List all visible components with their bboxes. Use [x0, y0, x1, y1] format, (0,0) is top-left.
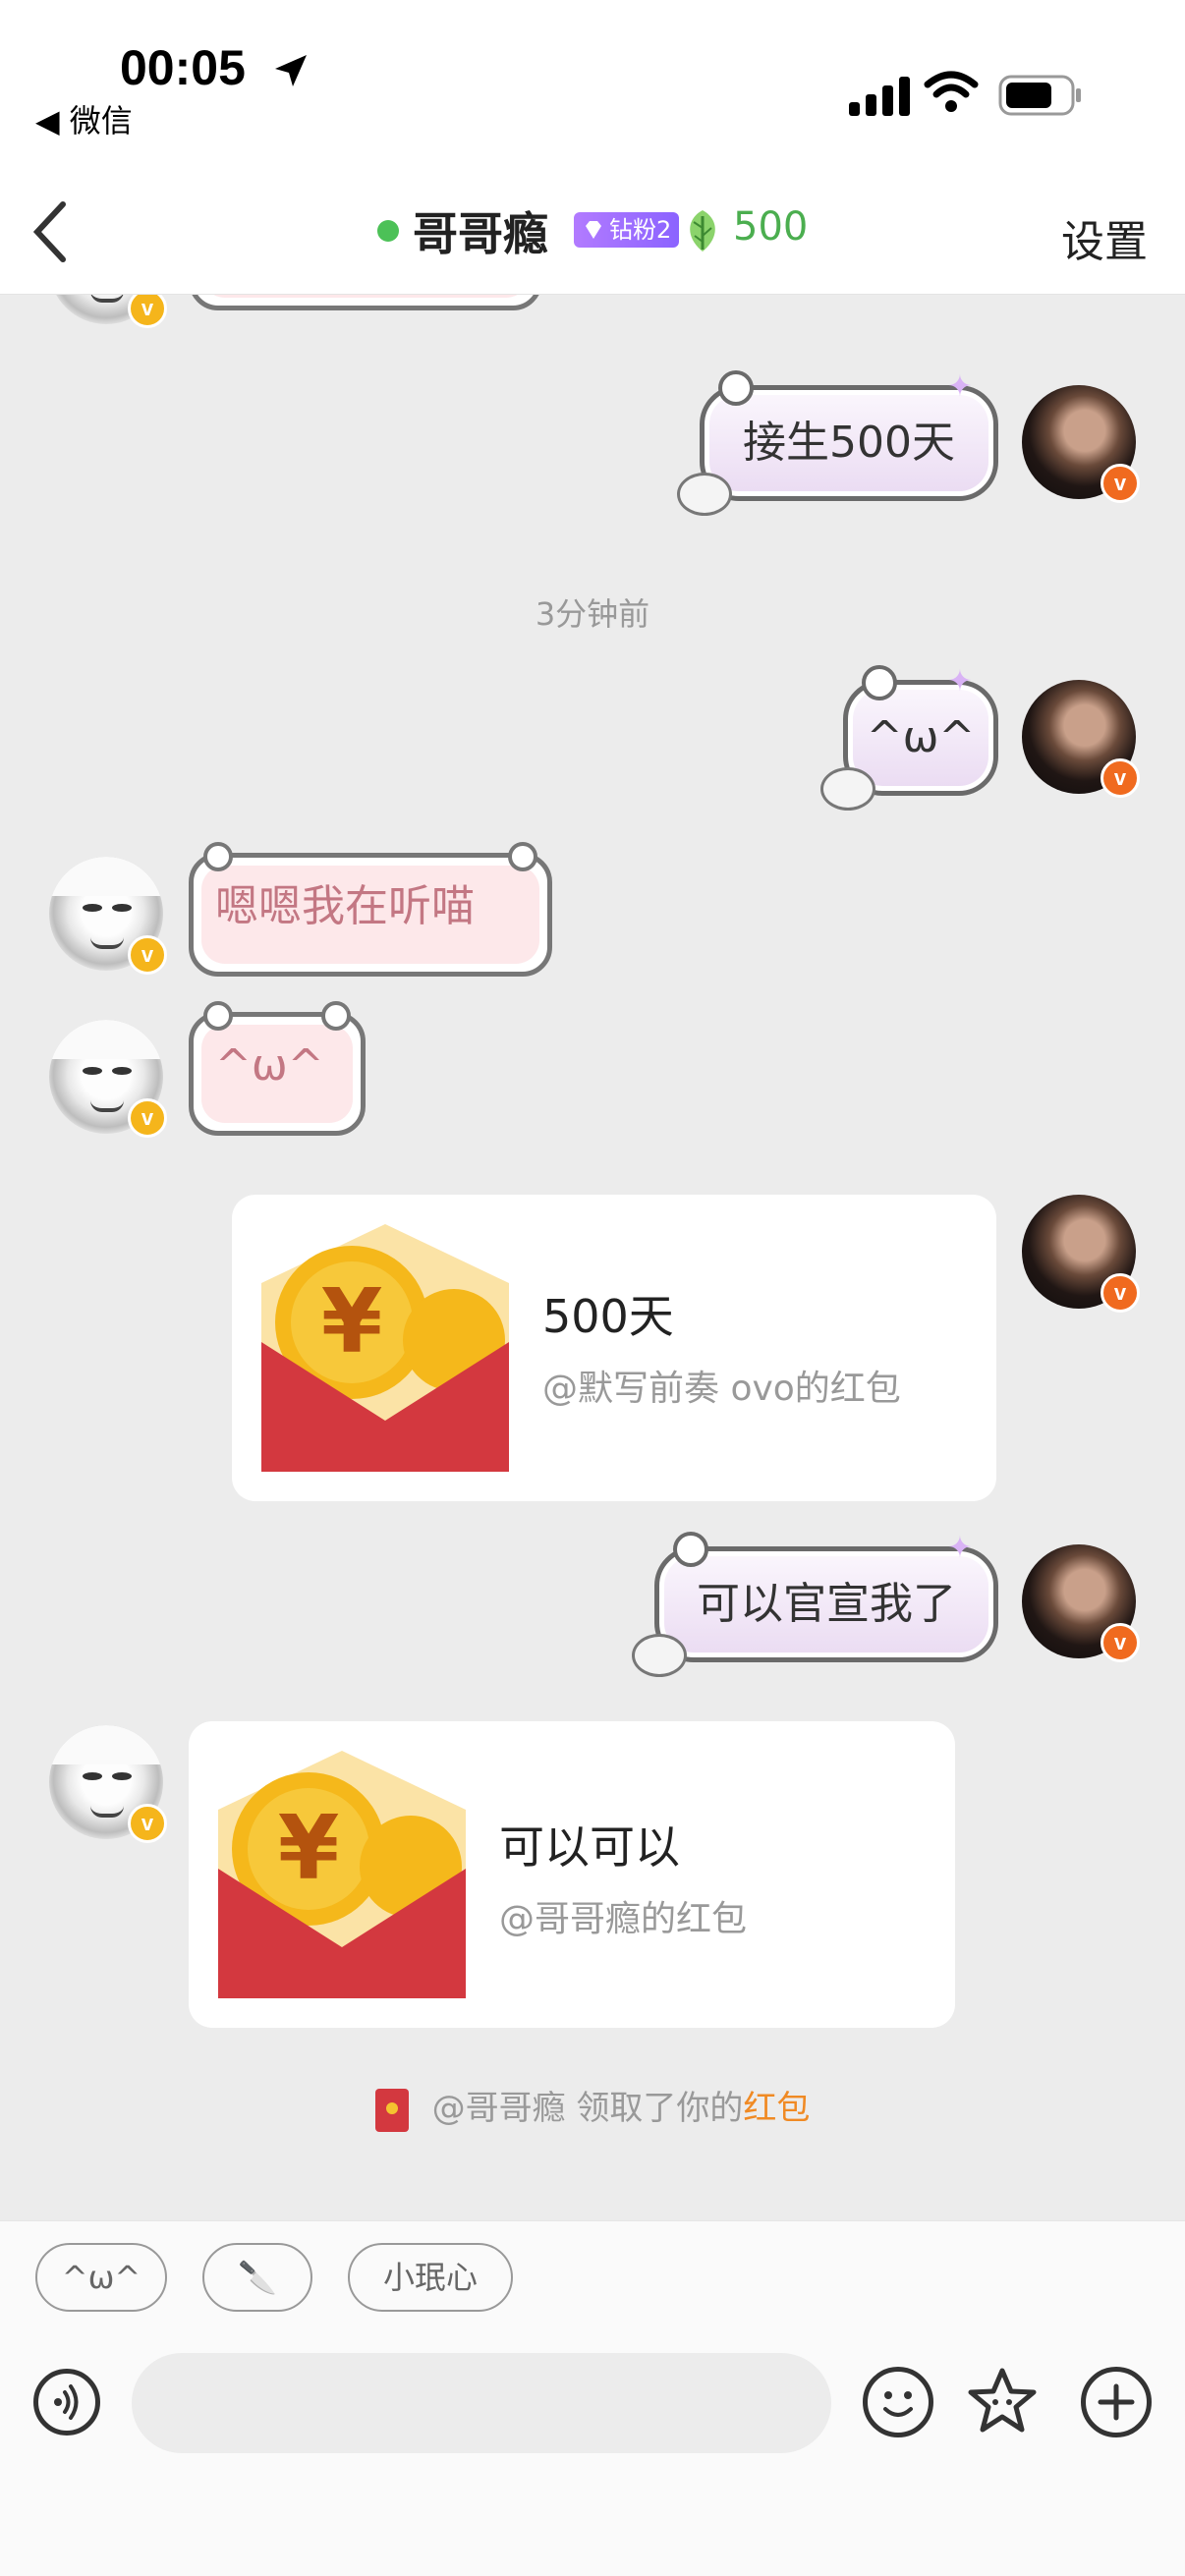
battery-icon: [998, 75, 1081, 116]
pig-decoration-icon: [820, 767, 875, 811]
message-text: 嗯嗯我在听喵: [215, 881, 475, 931]
message-bubble-sent[interactable]: ✦ ^ω^: [820, 665, 998, 811]
verified-badge-icon: v: [128, 935, 167, 975]
back-chevron-icon[interactable]: [29, 196, 88, 265]
verified-badge-icon: v: [1100, 1623, 1140, 1662]
plus-icon[interactable]: [1081, 2367, 1152, 2437]
status-time: 00:05: [120, 40, 246, 95]
signal-icon: [849, 73, 910, 116]
back-to-app-link[interactable]: ◀ 微信: [35, 96, 133, 141]
leaf-icon: [690, 210, 715, 252]
status-bar: 00:05 ◀ 微信: [0, 0, 1185, 167]
wifi-icon: [924, 71, 979, 112]
pig-decoration-icon: [677, 473, 732, 516]
voice-icon[interactable]: [33, 2369, 100, 2436]
avatar-self[interactable]: v: [1022, 1544, 1140, 1662]
verified-badge-icon: v: [1100, 758, 1140, 798]
red-packet-icon: ¥: [261, 1224, 509, 1472]
message-bubble-partial[interactable]: [189, 295, 542, 310]
fan-level-badge[interactable]: 钻粉2: [574, 212, 680, 248]
favorite-icon[interactable]: [965, 2365, 1040, 2439]
red-packet-sender: @默写前奏 ovo的红包: [542, 1369, 901, 1409]
input-area: ^ω^ 🔪 小珉心: [0, 2220, 1185, 2576]
red-packet-mini-icon: [374, 2088, 409, 2132]
pig-decoration-icon: [632, 1634, 687, 1677]
quick-reply-chip[interactable]: 小珉心: [348, 2243, 513, 2312]
message-bubble-received[interactable]: 嗯嗯我在听喵: [189, 842, 552, 977]
red-packet-card-sent[interactable]: ¥ 500天 @默写前奏 ovo的红包: [232, 1195, 996, 1501]
message-text: ^ω^: [866, 712, 976, 762]
message-bubble-received[interactable]: ^ω^: [189, 1001, 366, 1136]
chat-header: 哥哥瘾 钻粉2 500 设置: [0, 167, 1185, 295]
chat-title[interactable]: 哥哥瘾: [413, 198, 548, 263]
svg-text:¥: ¥: [278, 1797, 340, 1900]
star-decoration-icon: ✦: [947, 1531, 973, 1565]
avatar-contact[interactable]: v: [49, 857, 167, 975]
verified-badge-icon: v: [1100, 464, 1140, 503]
avatar-contact[interactable]: v: [49, 1020, 167, 1138]
gem-icon: [586, 221, 601, 239]
red-packet-sender: @哥哥瘾的红包: [499, 1899, 748, 1939]
message-input[interactable]: [132, 2353, 831, 2453]
location-arrow-icon: [275, 55, 307, 86]
chat-messages[interactable]: v ✦ 接生500天 v 3分钟前 ✦ ^ω^ v v 嗯嗯我在听喵 v ^ω^: [0, 295, 1185, 2220]
leaf-count: 500: [733, 204, 809, 250]
verified-badge-icon: v: [128, 295, 167, 328]
verified-badge-icon: v: [1100, 1273, 1140, 1313]
notice-text: @哥哥瘾 领取了你的: [431, 2089, 744, 2128]
red-packet-title: 500天: [542, 1290, 674, 1343]
avatar-self[interactable]: v: [1022, 1195, 1140, 1313]
verified-badge-icon: v: [128, 1098, 167, 1138]
message-text: ^ω^: [215, 1040, 324, 1091]
quick-reply-chip[interactable]: ^ω^: [35, 2243, 167, 2312]
avatar-contact[interactable]: v: [49, 1725, 167, 1843]
message-text: 可以官宣我了: [697, 1579, 956, 1629]
avatar-contact[interactable]: v: [49, 295, 167, 328]
message-bubble-sent[interactable]: ✦ 接生500天: [677, 370, 998, 516]
star-decoration-icon: ✦: [947, 369, 973, 404]
message-text: 接生500天: [743, 418, 955, 468]
quick-reply-chip[interactable]: 🔪: [202, 2243, 312, 2312]
red-packet-title: 可以可以: [499, 1820, 680, 1874]
notice-link[interactable]: 红包: [743, 2089, 810, 2128]
red-packet-claimed-notice: @哥哥瘾 领取了你的红包: [0, 2081, 1185, 2132]
star-decoration-icon: ✦: [947, 664, 973, 699]
red-packet-icon: ¥: [218, 1751, 466, 1998]
fan-level-label: 钻粉2: [609, 216, 672, 244]
message-bubble-sent[interactable]: ✦ 可以官宣我了: [632, 1532, 998, 1677]
emoji-icon[interactable]: [863, 2367, 933, 2437]
svg-text:¥: ¥: [321, 1270, 383, 1373]
verified-badge-icon: v: [128, 1804, 167, 1843]
avatar-self[interactable]: v: [1022, 680, 1140, 798]
message-timestamp: 3分钟前: [535, 595, 650, 633]
online-status-dot: [377, 220, 399, 242]
settings-button[interactable]: 设置: [1061, 206, 1148, 269]
avatar-self[interactable]: v: [1022, 385, 1140, 503]
red-packet-card-received[interactable]: ¥ 可以可以 @哥哥瘾的红包: [189, 1721, 955, 2028]
